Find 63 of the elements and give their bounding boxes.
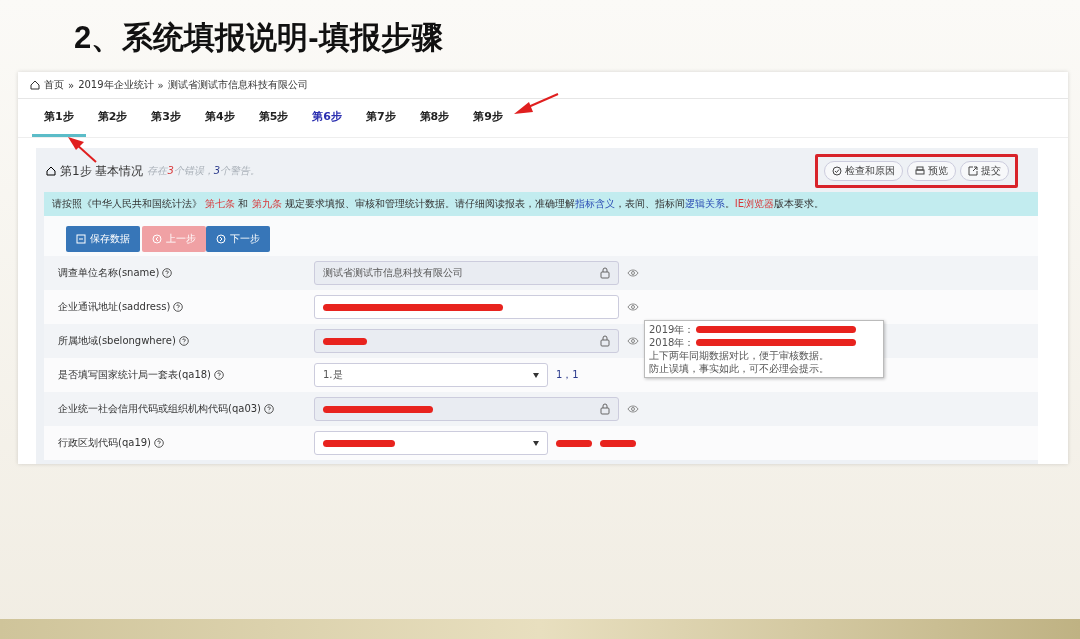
forward-circle-icon: [216, 234, 226, 244]
select-field[interactable]: 1.是: [314, 363, 548, 387]
save-icon: [76, 234, 86, 244]
select-field[interactable]: [314, 431, 548, 455]
slide-title: 2、系统填报说明-填报步骤: [74, 19, 444, 57]
step-tab[interactable]: 第1步: [32, 99, 86, 137]
action-button[interactable]: 提交: [960, 161, 1009, 181]
tooltip-text: 2019年：: [649, 323, 695, 336]
reference-value: 1，1: [556, 368, 579, 382]
step-tab[interactable]: 第9步: [461, 99, 515, 137]
status-summary: 存在3个错误，3个警告。: [147, 164, 261, 178]
annotation-arrow: [514, 93, 559, 114]
back-circle-icon: [152, 234, 162, 244]
section-title: 第1步 基本情况: [60, 162, 144, 180]
step-tab[interactable]: 第4步: [192, 99, 247, 137]
home-icon: [30, 80, 40, 90]
input-field[interactable]: [314, 295, 619, 319]
step-tab[interactable]: 第3步: [139, 99, 193, 137]
print-icon: [915, 166, 925, 176]
field-label: 是否填写国家统计局一套表(qa18): [58, 368, 211, 382]
help-icon: [173, 302, 184, 312]
breadcrumb-link[interactable]: 测试省测试市信息科技有限公司: [167, 78, 308, 92]
step-tab[interactable]: 第6步: [300, 99, 354, 137]
field-value: 测试省测试市信息科技有限公司: [323, 266, 463, 280]
breadcrumb-link[interactable]: 首页: [44, 78, 64, 92]
tooltip-text: 防止误填，事实如此，可不必理会提示。: [649, 362, 829, 375]
field-label: 企业通讯地址(saddress): [58, 300, 171, 314]
caret-icon: [533, 440, 539, 446]
breadcrumb-link[interactable]: 2019年企业统计: [78, 78, 154, 92]
tooltip-text: 上下两年同期数据对比，便于审核数据。: [649, 349, 829, 362]
input-field[interactable]: 测试省测试市信息科技有限公司: [314, 261, 619, 285]
tooltip-text: 2018年：: [649, 336, 695, 349]
field-label: 行政区划代码(qa19): [58, 436, 151, 450]
help-icon: [154, 438, 164, 448]
step-tab[interactable]: 第2步: [85, 99, 140, 137]
input-field[interactable]: [314, 397, 619, 421]
help-icon: [214, 370, 224, 380]
notice-text: 请按照《中华人民共和国统计法》 第七条 和 第九条 规定要求填报、审核和管理统计数据。请仔细阅读报表，准确理解指标含义，表间、指标间逻辑关系。IE浏览器版本要求。: [44, 192, 1038, 216]
field-label: 所属地域(sbelongwhere): [58, 334, 176, 348]
breadcrumb-separator: »: [68, 79, 75, 91]
input-field[interactable]: [314, 329, 619, 353]
help-icon: [162, 268, 173, 278]
home-icon: [46, 166, 56, 176]
toolbar-button[interactable]: 下一步: [206, 226, 270, 252]
field-label: 企业统一社会信用代码或组织机构代码(qa03): [58, 402, 261, 416]
step-tab[interactable]: 第8步: [407, 99, 462, 137]
help-icon: [264, 404, 274, 414]
caret-icon: [533, 372, 539, 378]
lock-icon: [600, 335, 610, 347]
action-button[interactable]: 检查和原因: [824, 161, 903, 181]
lock-icon: [600, 403, 610, 415]
breadcrumb-separator: »: [157, 79, 164, 91]
check-circle-icon: [832, 166, 842, 176]
field-label: 调查单位名称(sname): [58, 266, 160, 280]
toolbar-button[interactable]: 保存数据: [66, 226, 140, 252]
export-icon: [968, 166, 978, 176]
action-button[interactable]: 预览: [907, 161, 956, 181]
help-icon: [178, 336, 189, 346]
step-tab[interactable]: 第5步: [246, 99, 301, 137]
step-tab[interactable]: 第7步: [353, 99, 408, 137]
lock-icon: [600, 267, 610, 279]
field-value: 1.是: [323, 368, 343, 382]
annotation-arrow: [68, 137, 97, 163]
